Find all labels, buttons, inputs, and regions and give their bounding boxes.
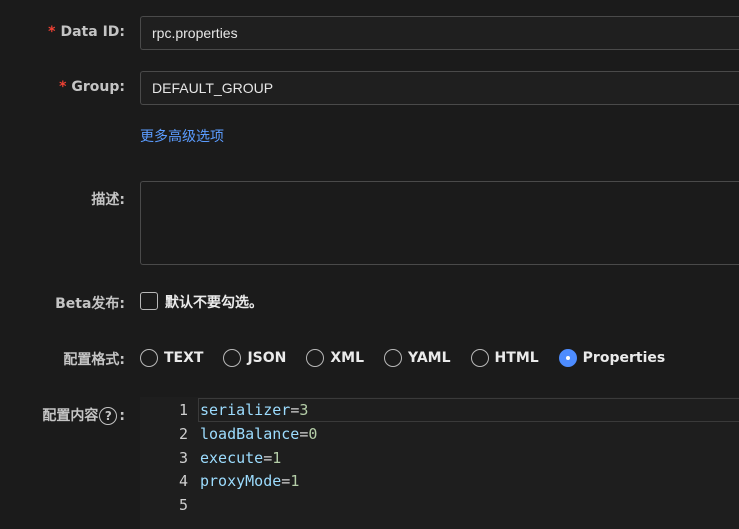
editor-line[interactable]: 1 serializer=3 [140,398,739,422]
radio-circle-icon[interactable] [384,349,403,367]
editor-line[interactable]: 5 [140,493,739,517]
editor-line[interactable]: 4 proxyMode=1 [140,469,739,493]
property-key: loadBalance [200,425,300,443]
line-number: 5 [178,496,188,514]
radio-circle-icon[interactable] [140,349,158,367]
property-value: 3 [299,401,309,419]
group-input[interactable]: DEFAULT_GROUP [140,71,739,105]
radio-xml[interactable]: XML [306,349,364,367]
equals-sign: = [263,449,273,467]
radio-label[interactable]: XML [330,350,364,366]
property-value: 1 [290,472,300,490]
format-label: 配置格式: [63,352,125,368]
radio-label[interactable]: Properties [583,350,666,366]
line-code[interactable]: loadBalance=0 [200,422,317,446]
radio-text[interactable]: TEXT [140,349,203,367]
property-key: serializer [200,401,291,419]
line-number: 3 [178,449,188,467]
radio-yaml[interactable]: YAML [384,349,451,367]
radio-circle-icon[interactable] [223,349,242,367]
content-label-text: 配置内容 [42,408,99,424]
required-mark: * [48,24,56,40]
data-id-input[interactable]: rpc.properties [140,16,739,50]
property-value: 0 [308,425,318,443]
line-number: 4 [178,472,188,490]
equals-sign: = [290,401,300,419]
code-editor[interactable]: 1 serializer=3 2 loadBalance=0 3 execute… [140,397,739,529]
help-icon[interactable]: ? [99,407,118,425]
content-label: 配置内容?: [42,405,125,425]
property-value: 1 [272,449,282,467]
radio-label[interactable]: TEXT [164,350,203,366]
format-radio-group: TEXT JSON XML YAML HTML Properties [140,347,685,369]
description-textarea[interactable] [140,181,739,265]
line-code[interactable]: serializer=3 [200,398,308,422]
equals-sign: = [281,472,291,490]
required-mark: * [59,79,67,95]
radio-json[interactable]: JSON [223,349,286,367]
radio-circle-icon[interactable] [470,349,489,367]
radio-checked-icon[interactable] [558,349,577,367]
property-key: execute [200,449,264,467]
radio-properties[interactable]: Properties [558,349,666,367]
advanced-options-link[interactable]: 更多高级选项 [140,126,224,146]
editor-line[interactable]: 2 loadBalance=0 [140,422,739,446]
beta-checkbox[interactable] [140,292,158,310]
group-label-text: Group: [71,79,125,95]
editor-line[interactable]: 3 execute=1 [140,446,739,470]
data-id-label-text: Data ID: [60,24,125,40]
beta-checkbox-text[interactable]: 默认不要勾选。 [165,292,263,312]
description-label: 描述: [91,192,125,208]
data-id-label: * Data ID: [48,24,125,40]
group-label: * Group: [59,79,125,95]
content-label-colon: : [119,408,125,424]
line-code[interactable]: proxyMode=1 [200,469,299,493]
radio-label[interactable]: YAML [408,350,451,366]
property-key: proxyMode [200,472,282,490]
radio-html[interactable]: HTML [470,349,539,367]
line-number: 1 [178,401,188,419]
radio-label[interactable]: HTML [495,350,539,366]
line-code[interactable]: execute=1 [200,446,281,470]
beta-label: Beta发布: [55,296,125,312]
radio-label[interactable]: JSON [247,350,286,366]
line-number: 2 [178,425,188,443]
radio-circle-icon[interactable] [306,349,325,367]
